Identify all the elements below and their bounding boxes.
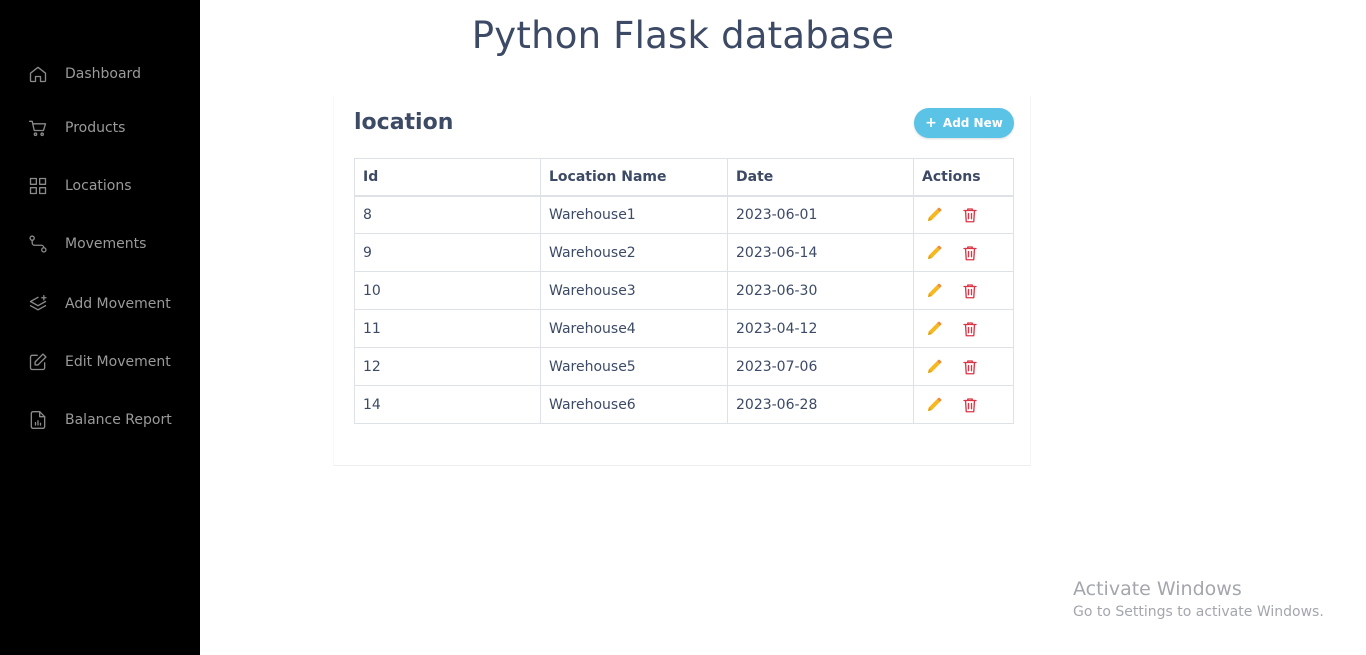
windows-activation-watermark: Activate Windows Go to Settings to activ…	[1073, 578, 1324, 620]
edit-pencil-icon[interactable]	[924, 281, 944, 301]
cell-id: 11	[354, 309, 541, 348]
sidebar-item-label: Locations	[65, 178, 132, 194]
sidebar-item-label: Products	[65, 120, 126, 136]
sidebar-item-products[interactable]: Products	[28, 118, 125, 138]
sidebar-item-balance-report[interactable]: Balance Report	[28, 410, 172, 430]
sidebar-item-add-movement[interactable]: Add Movement	[28, 294, 171, 314]
plus-icon: +	[925, 115, 937, 131]
column-header-location-name: Location Name	[540, 158, 728, 197]
sidebar-item-label: Movements	[65, 236, 147, 252]
page-title: Python Flask database	[471, 14, 895, 57]
cell-location-name: Warehouse1	[540, 195, 728, 234]
delete-trash-icon[interactable]	[960, 243, 980, 263]
delete-trash-icon[interactable]	[960, 205, 980, 225]
cell-date: 2023-06-14	[727, 233, 914, 272]
cell-actions	[913, 309, 1014, 348]
locations-table: Id Location Name Date Actions 8 Warehouse…	[354, 158, 1014, 424]
cell-actions	[913, 195, 1014, 234]
cell-actions	[913, 385, 1014, 424]
cell-date: 2023-06-30	[727, 271, 914, 310]
edit-pencil-icon[interactable]	[924, 357, 944, 377]
table-row: 8 Warehouse1 2023-06-01	[354, 195, 1014, 234]
sidebar-item-dashboard[interactable]: Dashboard	[28, 64, 141, 84]
cell-id: 10	[354, 271, 541, 310]
cell-location-name: Warehouse4	[540, 309, 728, 348]
cell-location-name: Warehouse2	[540, 233, 728, 272]
delete-trash-icon[interactable]	[960, 281, 980, 301]
sidebar-item-label: Balance Report	[65, 412, 172, 428]
column-header-actions: Actions	[913, 158, 1014, 197]
grid-icon	[28, 176, 48, 196]
edit-pencil-icon[interactable]	[924, 205, 944, 225]
card-title: location	[354, 110, 454, 135]
delete-trash-icon[interactable]	[960, 357, 980, 377]
table-row: 14 Warehouse6 2023-06-28	[354, 385, 1014, 424]
sidebar-item-movements[interactable]: Movements	[28, 234, 146, 254]
watermark-title: Activate Windows	[1073, 578, 1242, 600]
sidebar-item-locations[interactable]: Locations	[28, 176, 132, 196]
sidebar-item-label: Add Movement	[65, 296, 171, 312]
edit-pencil-icon[interactable]	[924, 243, 944, 263]
cell-date: 2023-06-01	[727, 195, 914, 234]
cell-id: 9	[354, 233, 541, 272]
delete-trash-icon[interactable]	[960, 319, 980, 339]
cell-actions	[913, 233, 1014, 272]
add-new-button[interactable]: + Add New	[914, 108, 1014, 138]
sidebar-item-label: Dashboard	[65, 66, 141, 82]
sidebar-item-label: Edit Movement	[65, 354, 171, 370]
table-row: 11 Warehouse4 2023-04-12	[354, 309, 1014, 348]
edit-pencil-icon[interactable]	[924, 319, 944, 339]
cell-date: 2023-04-12	[727, 309, 914, 348]
watermark-subtitle: Go to Settings to activate Windows.	[1073, 604, 1324, 620]
cell-id: 14	[354, 385, 541, 424]
edit-pencil-icon[interactable]	[924, 395, 944, 415]
home-icon	[28, 64, 48, 84]
report-file-icon	[28, 410, 48, 430]
cell-id: 12	[354, 347, 541, 386]
location-card: location + Add New Id Location Name Date…	[333, 96, 1031, 466]
cell-location-name: Warehouse5	[540, 347, 728, 386]
cell-date: 2023-06-28	[727, 385, 914, 424]
cell-location-name: Warehouse3	[540, 271, 728, 310]
column-header-id: Id	[354, 158, 541, 197]
table-header-row: Id Location Name Date Actions	[354, 158, 1014, 197]
table-row: 9 Warehouse2 2023-06-14	[354, 233, 1014, 272]
cell-location-name: Warehouse6	[540, 385, 728, 424]
table-row: 12 Warehouse5 2023-07-06	[354, 347, 1014, 386]
sidebar-item-edit-movement[interactable]: Edit Movement	[28, 352, 171, 372]
column-header-date: Date	[727, 158, 914, 197]
delete-trash-icon[interactable]	[960, 395, 980, 415]
layers-plus-icon	[28, 294, 48, 314]
cell-actions	[913, 347, 1014, 386]
cell-date: 2023-07-06	[727, 347, 914, 386]
cell-id: 8	[354, 195, 541, 234]
table-row: 10 Warehouse3 2023-06-30	[354, 271, 1014, 310]
add-new-label: Add New	[942, 116, 1003, 130]
cart-icon	[28, 118, 48, 138]
route-icon	[28, 234, 48, 254]
edit-square-icon	[28, 352, 48, 372]
sidebar: Dashboard Products Locations Movements A…	[0, 0, 200, 655]
cell-actions	[913, 271, 1014, 310]
